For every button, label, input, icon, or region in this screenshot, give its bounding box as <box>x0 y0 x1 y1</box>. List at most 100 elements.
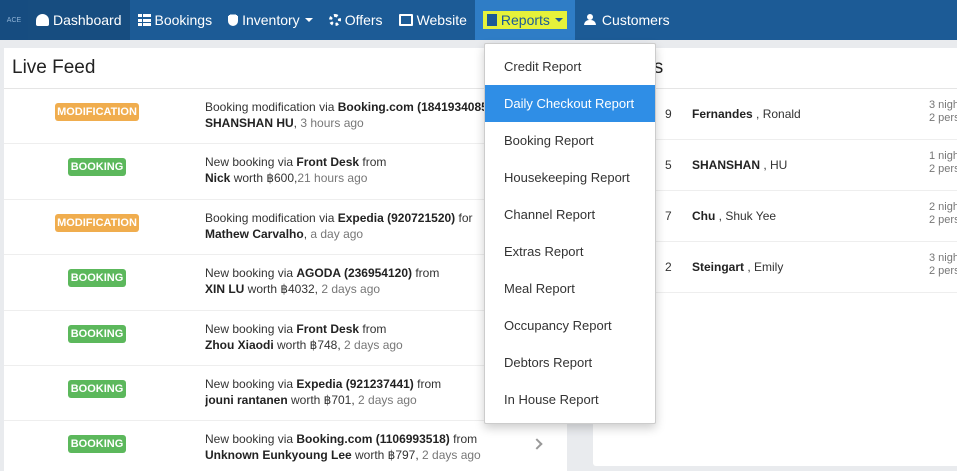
guest-last-name: Fernandes <box>692 107 753 121</box>
feed-prefix: New booking via <box>205 266 297 281</box>
room-number: 9 <box>665 107 672 121</box>
feed-prefix: New booking via <box>205 155 297 170</box>
nav-bookings-label: Bookings <box>154 12 213 28</box>
menu-item-in-house-report[interactable]: In House Report <box>485 381 655 418</box>
feed-text: New booking via Front Desk from Nick wor… <box>205 154 505 186</box>
stay-meta: 3 nigh 2 pers <box>929 99 957 125</box>
room-number: 7 <box>665 209 672 223</box>
feed-time: a day ago <box>310 226 364 241</box>
nav-offers-label: Offers <box>344 12 383 28</box>
live-feed-title: Live Feed <box>4 48 567 89</box>
reports-dropdown-menu: Credit Report Daily Checkout Report Bookin… <box>484 43 656 424</box>
feed-row[interactable]: MODIFICATION Booking modification via Exp… <box>4 200 567 256</box>
feed-amount: worth ฿701, <box>287 392 359 407</box>
guest-last-name: Chu <box>692 209 716 223</box>
persons-count: 2 pers <box>929 265 957 277</box>
reports-highlight: Reports <box>482 11 567 29</box>
feed-prefix: New booking via <box>205 376 297 391</box>
nav-customers-label: Customers <box>601 12 670 28</box>
feed-connector: from <box>413 376 442 391</box>
menu-item-extras-report[interactable]: Extras Report <box>485 233 655 270</box>
chevron-right-icon[interactable] <box>531 438 543 451</box>
dashboard-icon <box>36 14 49 26</box>
guest-first-name: , Shuk Yee <box>715 209 777 223</box>
feed-time: 2 days ago <box>321 282 381 297</box>
nights-count: 3 nigh <box>929 99 957 111</box>
feed-row[interactable]: BOOKING New booking via Front Desk from N… <box>4 144 567 200</box>
feed-prefix: Booking modification via <box>205 210 338 225</box>
nav-website[interactable]: Website <box>391 0 475 40</box>
monitor-icon <box>398 14 413 26</box>
feed-guest: Zhou Xiaodi <box>205 337 274 352</box>
room-number: 2 <box>665 260 672 274</box>
nights-count: 1 nigh <box>929 150 957 162</box>
feed-guest: XIN LU <box>205 282 245 297</box>
modification-badge: MODIFICATION <box>55 213 139 232</box>
feed-row[interactable]: MODIFICATION Booking modification via Boo… <box>4 89 567 145</box>
menu-item-debtors-report[interactable]: Debtors Report <box>485 344 655 381</box>
chevron-down-icon <box>554 18 563 22</box>
menu-item-daily-checkout-report[interactable]: Daily Checkout Report <box>485 85 655 122</box>
guest-name: SHANSHAN , HU <box>692 158 787 172</box>
document-icon <box>486 14 497 26</box>
nav-dashboard[interactable]: Dashboard <box>28 0 130 40</box>
feed-row[interactable]: BOOKING New booking via AGODA (236954120)… <box>4 255 567 311</box>
menu-item-housekeeping-report[interactable]: Housekeeping Report <box>485 159 655 196</box>
feed-source: Expedia (920721520) <box>337 210 456 225</box>
feed-text: Booking modification via Expedia (920721… <box>205 210 505 242</box>
feed-row[interactable]: BOOKING New booking via Booking.com (1106… <box>4 421 567 471</box>
feed-time: 21 hours ago <box>297 171 368 186</box>
modification-badge: MODIFICATION <box>55 103 139 121</box>
guest-first-name: , Ronald <box>752 107 801 121</box>
feed-connector: from <box>359 321 387 336</box>
feed-connector: from <box>359 155 387 170</box>
nav-customers[interactable]: Customers <box>575 0 678 40</box>
feed-amount: worth ฿4032, <box>244 282 322 297</box>
feed-guest: Nick <box>205 171 231 186</box>
menu-item-credit-report[interactable]: Credit Report <box>485 48 655 85</box>
feed-source: Booking.com (1841934085) <box>337 100 492 114</box>
stay-meta: 1 nigh 2 pers <box>929 150 957 176</box>
booking-badge: BOOKING <box>68 379 126 398</box>
feed-connector: for <box>455 210 473 225</box>
stay-meta: 2 nigh 2 pers <box>929 201 957 227</box>
menu-item-meal-report[interactable]: Meal Report <box>485 270 655 307</box>
top-navbar: ACE Dashboard Bookings Inventory Offers … <box>0 0 957 40</box>
feed-guest: Mathew Carvalho <box>205 226 304 241</box>
database-icon <box>228 14 239 26</box>
feed-text: New booking via Front Desk from Zhou Xia… <box>205 321 505 353</box>
feed-prefix: Booking modification via <box>205 100 338 114</box>
feed-row[interactable]: BOOKING New booking via Expedia (92123744… <box>4 366 567 422</box>
booking-badge: BOOKING <box>68 435 126 454</box>
guest-last-name: SHANSHAN <box>692 158 761 172</box>
nav-reports-label: Reports <box>500 12 550 28</box>
feed-connector: from <box>449 432 478 447</box>
feed-source: Front Desk <box>296 155 360 170</box>
nights-count: 2 nigh <box>929 201 957 213</box>
feed-amount: worth ฿748, <box>273 337 345 352</box>
brand-logo[interactable]: ACE <box>0 0 28 40</box>
feed-prefix: New booking via <box>205 321 297 336</box>
booking-badge: BOOKING <box>68 269 126 288</box>
feed-time: 2 days ago <box>422 448 481 463</box>
menu-item-channel-report[interactable]: Channel Report <box>485 196 655 233</box>
guest-name: Steingart , Emily <box>692 260 783 274</box>
gear-icon <box>328 14 341 26</box>
feed-time: 2 days ago <box>344 337 403 352</box>
guest-name: Fernandes , Ronald <box>692 107 801 121</box>
nav-offers[interactable]: Offers <box>321 0 391 40</box>
nav-reports[interactable]: Reports <box>474 0 575 40</box>
feed-source: Booking.com (1106993518) <box>296 432 450 447</box>
feed-row[interactable]: BOOKING New booking via Front Desk from Z… <box>4 311 567 366</box>
menu-item-occupancy-report[interactable]: Occupancy Report <box>485 307 655 344</box>
feed-amount: worth ฿600, <box>230 171 298 186</box>
nav-bookings[interactable]: Bookings <box>130 0 221 40</box>
nav-inventory[interactable]: Inventory <box>220 0 321 40</box>
guest-last-name: Steingart <box>692 260 745 274</box>
nav-website-label: Website <box>416 12 467 28</box>
menu-item-booking-report[interactable]: Booking Report <box>485 122 655 159</box>
persons-count: 2 pers <box>929 112 957 124</box>
feed-text: New booking via Expedia (921237441) from… <box>205 376 505 408</box>
live-feed-panel: Live Feed MODIFICATION Booking modificati… <box>4 48 567 471</box>
feed-source: Expedia (921237441) <box>296 376 414 391</box>
